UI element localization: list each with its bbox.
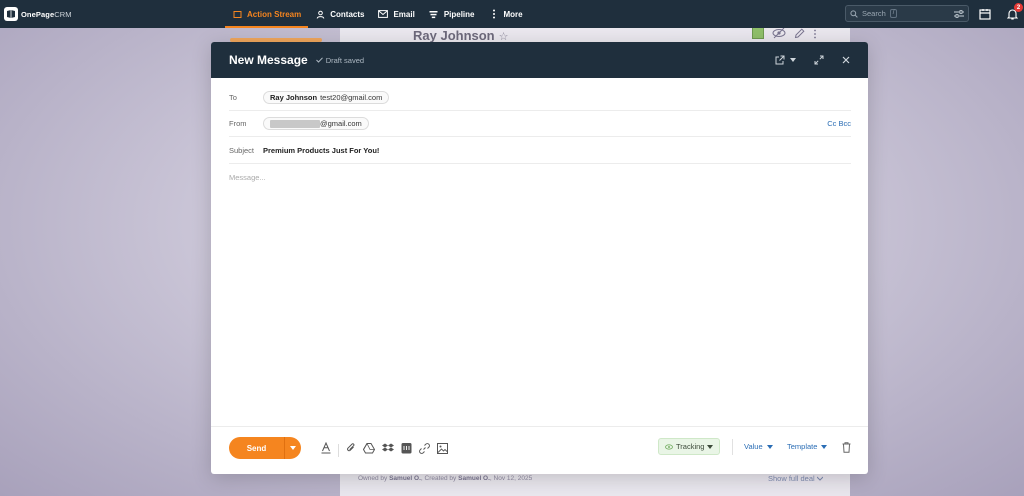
from-field[interactable]: From @gmail.com Cc Bcc bbox=[229, 111, 851, 137]
nav-contacts[interactable]: Contacts bbox=[308, 0, 371, 28]
caret-down-icon bbox=[766, 444, 773, 449]
google-drive-icon[interactable] bbox=[362, 441, 376, 459]
caret-down-icon bbox=[707, 444, 714, 449]
nav-label: Contacts bbox=[330, 9, 365, 19]
compose-toolbar: Send Tracking Value Template bbox=[211, 426, 868, 474]
subject-field[interactable]: Subject Premium Products Just For You! bbox=[229, 138, 851, 164]
text-format-icon[interactable] bbox=[321, 441, 331, 459]
toolbar-divider bbox=[338, 443, 339, 457]
insert-image-icon[interactable] bbox=[437, 441, 448, 459]
tracking-label: Tracking bbox=[676, 442, 705, 451]
logo-text: OnePageCRM bbox=[21, 9, 72, 19]
external-link-icon bbox=[775, 55, 785, 65]
more-vertical-icon bbox=[489, 9, 499, 19]
compose-email-modal: New Message Draft saved To Ray Johnson t… bbox=[211, 42, 868, 474]
redacted-email-prefix bbox=[270, 119, 320, 128]
stream-icon bbox=[232, 9, 242, 19]
to-label: To bbox=[229, 93, 237, 102]
nav-action-stream[interactable]: Action Stream bbox=[225, 0, 309, 28]
draft-status: Draft saved bbox=[315, 56, 364, 65]
nav-pipeline[interactable]: Pipeline bbox=[422, 0, 482, 28]
top-navigation-bar: OnePageCRM Action Stream Contacts Email … bbox=[0, 0, 1024, 28]
background-owner-info: Owned by Samuel O., Created by Samuel O.… bbox=[358, 475, 533, 482]
close-icon bbox=[842, 56, 850, 64]
modal-title: New Message bbox=[229, 53, 308, 67]
app-logo[interactable]: OnePageCRM bbox=[4, 0, 72, 28]
nav-label: More bbox=[503, 9, 523, 19]
nav-label: Email bbox=[393, 9, 415, 19]
main-nav: Action Stream Contacts Email Pipeline Mo… bbox=[225, 0, 530, 28]
recipient-email: test20@gmail.com bbox=[320, 93, 383, 102]
cc-bcc-link[interactable]: Cc Bcc bbox=[827, 119, 851, 128]
person-icon bbox=[315, 9, 325, 19]
send-options-caret[interactable] bbox=[284, 437, 301, 459]
tracking-toggle[interactable]: Tracking bbox=[658, 438, 721, 455]
nav-label: Action Stream bbox=[247, 9, 302, 19]
search-icon bbox=[850, 5, 858, 23]
template-dropdown[interactable]: Template bbox=[787, 442, 828, 451]
template-label: Template bbox=[787, 442, 818, 451]
search-shortcut: / bbox=[889, 9, 898, 18]
logo-icon bbox=[4, 7, 18, 21]
popout-button[interactable] bbox=[775, 55, 796, 65]
send-button[interactable]: Send bbox=[229, 437, 301, 459]
notification-badge: 2 bbox=[1014, 3, 1023, 12]
close-button[interactable] bbox=[842, 56, 850, 64]
expand-icon bbox=[814, 55, 824, 65]
discard-trash-icon[interactable] bbox=[842, 440, 851, 458]
sender-chip[interactable]: @gmail.com bbox=[263, 117, 369, 130]
value-label: Value bbox=[744, 442, 763, 451]
notifications-bell-icon[interactable]: 2 bbox=[1004, 3, 1023, 22]
search-placeholder: Search bbox=[862, 9, 886, 18]
eye-icon bbox=[665, 443, 673, 450]
onedrive-box-icon[interactable] bbox=[401, 441, 412, 459]
expand-button[interactable] bbox=[814, 55, 824, 65]
send-label: Send bbox=[246, 443, 267, 453]
attachment-paperclip-icon[interactable] bbox=[346, 441, 356, 459]
caret-down-icon bbox=[790, 58, 796, 62]
message-body-input[interactable]: Message... bbox=[229, 173, 266, 182]
sender-email-domain: @gmail.com bbox=[320, 119, 362, 128]
show-full-deal-link: Show full deal bbox=[768, 474, 824, 483]
recipient-name: Ray Johnson bbox=[270, 93, 318, 102]
value-dropdown[interactable]: Value bbox=[744, 442, 773, 451]
to-field[interactable]: To Ray Johnson test20@gmail.com bbox=[229, 85, 851, 111]
calendar-icon[interactable] bbox=[977, 6, 993, 22]
nav-email[interactable]: Email bbox=[371, 0, 421, 28]
subject-input[interactable]: Premium Products Just For You! bbox=[263, 146, 379, 155]
modal-header: New Message Draft saved bbox=[211, 42, 868, 78]
caret-down-icon bbox=[290, 446, 296, 450]
filter-sliders-icon[interactable] bbox=[954, 9, 964, 18]
subject-label: Subject bbox=[229, 146, 255, 155]
recipient-chip[interactable]: Ray Johnson test20@gmail.com bbox=[263, 91, 390, 104]
insert-link-icon[interactable] bbox=[419, 441, 430, 459]
from-label: From bbox=[229, 119, 247, 128]
dropbox-icon[interactable] bbox=[382, 441, 394, 459]
search-input[interactable]: Search / bbox=[845, 5, 969, 22]
funnel-icon bbox=[429, 9, 439, 19]
check-icon bbox=[315, 57, 323, 63]
nav-more[interactable]: More bbox=[482, 0, 530, 28]
background-contact-name: Ray Johnson ☆ bbox=[413, 28, 509, 43]
envelope-icon bbox=[378, 9, 389, 19]
caret-down-icon bbox=[821, 444, 828, 449]
footer-divider bbox=[732, 439, 733, 455]
formatting-tools bbox=[321, 441, 448, 459]
nav-label: Pipeline bbox=[443, 9, 475, 19]
